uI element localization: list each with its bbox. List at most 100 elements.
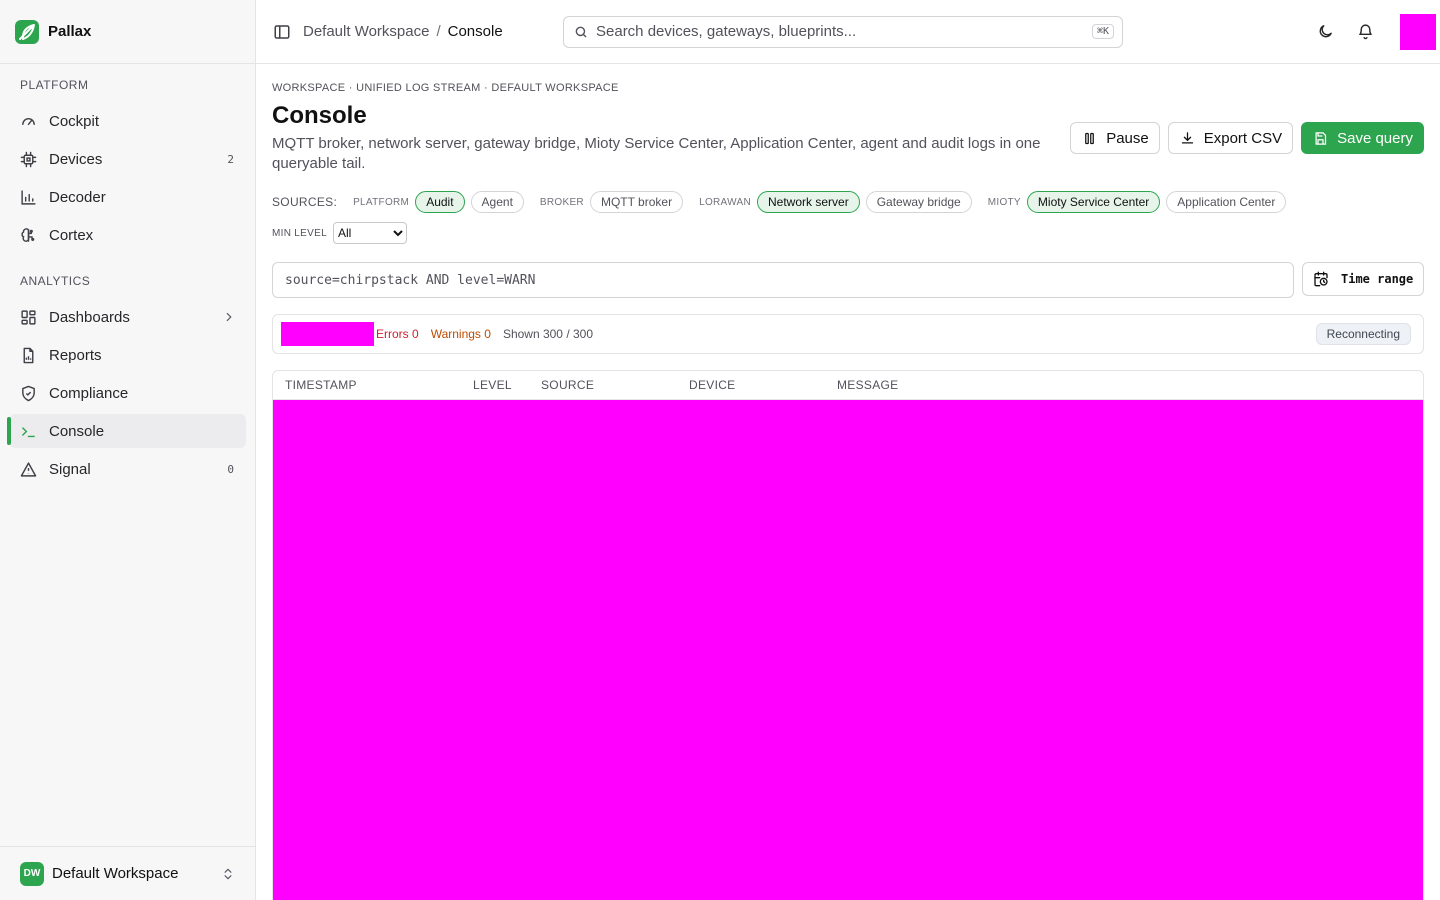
moon-icon[interactable] <box>1317 23 1334 40</box>
brain-icon <box>21 227 35 242</box>
global-search[interactable]: ⌘K <box>563 15 1123 48</box>
search-shortcut: ⌘K <box>1091 24 1114 39</box>
sidebar-item-console[interactable]: Console <box>7 414 246 448</box>
min-level-select[interactable]: All <box>332 222 407 244</box>
workspace-avatar: DW <box>20 861 44 886</box>
source-chip-audit[interactable]: Audit <box>415 191 465 213</box>
search-input[interactable] <box>596 23 1092 40</box>
sidebar-item-label: Signal <box>49 460 91 478</box>
source-group-lorawan: LORAWAN <box>699 196 751 208</box>
shield-check-icon <box>22 385 35 401</box>
time-range-label: Time range <box>1341 272 1414 286</box>
chip-icon <box>20 151 37 167</box>
alert-triangle-icon <box>20 461 37 477</box>
sidebar-item-label: Decoder <box>49 188 106 206</box>
connection-status-badge: Reconnecting <box>1315 323 1411 345</box>
sidebar-item-label: Console <box>49 422 105 440</box>
column-source[interactable]: SOURCE <box>529 378 677 392</box>
min-level-label: MIN LEVEL <box>272 227 327 239</box>
source-chip-mioty-service-center[interactable]: Mioty Service Center <box>1026 191 1161 213</box>
bell-icon[interactable] <box>1357 23 1374 40</box>
page-eyebrow: WORKSPACE · UNIFIED LOG STREAM · DEFAULT… <box>272 82 619 94</box>
calendar-clock-icon <box>1314 271 1328 287</box>
pause-label: Pause <box>1106 129 1149 147</box>
breadcrumb-workspace[interactable]: Default Workspace <box>303 23 429 40</box>
sidebar-item-compliance[interactable]: Compliance <box>9 376 246 410</box>
user-avatar[interactable] <box>1400 14 1436 50</box>
breadcrumb: Default Workspace / Console <box>303 23 553 40</box>
search-icon <box>575 26 587 37</box>
source-group-broker: BROKER <box>539 196 584 208</box>
sidebar-item-label: Reports <box>49 346 102 364</box>
workspace-name: Default Workspace <box>52 865 179 882</box>
errors-count: Errors 0 <box>376 327 419 341</box>
min-level-filter: MIN LEVEL All <box>272 222 407 244</box>
live-indicator <box>281 322 374 346</box>
signal-count-badge: 0 <box>227 462 234 476</box>
log-rows-redacted[interactable] <box>273 400 1423 900</box>
save-query-label: Save query <box>1337 129 1413 147</box>
time-range-button[interactable]: Time range <box>1302 262 1424 296</box>
breadcrumb-current: Console <box>447 23 503 40</box>
report-file-icon <box>23 347 34 363</box>
sidebar-item-dashboards[interactable]: Dashboards <box>9 300 246 334</box>
sidebar-item-label: Dashboards <box>49 308 130 326</box>
source-chip-network-server[interactable]: Network server <box>757 191 860 213</box>
nav-section-analytics: ANALYTICS <box>20 274 91 288</box>
pause-icon <box>1085 132 1095 144</box>
sidebar-item-decoder[interactable]: Decoder <box>9 180 246 214</box>
workspace-switcher[interactable]: DW Default Workspace <box>0 846 255 900</box>
sidebar-item-cortex[interactable]: Cortex <box>9 218 246 252</box>
sidebar-item-devices[interactable]: Devices 2 <box>9 142 246 176</box>
sidebar: Pallax PLATFORM Cockpit Devices 2 Decode… <box>0 0 256 900</box>
column-timestamp[interactable]: TIMESTAMP <box>273 378 461 392</box>
source-group-mioty: MIOTY <box>987 196 1021 208</box>
page-title: Console <box>272 102 367 129</box>
pause-button[interactable]: Pause <box>1070 122 1160 154</box>
query-input[interactable] <box>272 262 1294 298</box>
dashboard-grid-icon <box>21 309 36 325</box>
topbar: Default Workspace / Console ⌘K <box>256 0 1440 64</box>
app-name: Pallax <box>48 23 92 40</box>
sidebar-toggle-icon[interactable] <box>273 23 291 41</box>
chevrons-up-down-icon <box>224 868 232 879</box>
brand[interactable]: Pallax <box>0 0 255 64</box>
chevron-right-icon <box>226 312 232 322</box>
nav-section-platform: PLATFORM <box>20 78 89 92</box>
source-chip-application-center[interactable]: Application Center <box>1166 191 1287 213</box>
sidebar-item-cockpit[interactable]: Cockpit <box>9 104 246 138</box>
breadcrumb-separator: / <box>436 23 441 40</box>
save-icon <box>1315 131 1327 145</box>
devices-count-badge: 2 <box>227 152 234 166</box>
source-group-platform: PLATFORM <box>353 196 410 208</box>
gauge-icon <box>22 117 35 125</box>
sidebar-item-reports[interactable]: Reports <box>9 338 246 372</box>
warnings-count: Warnings 0 <box>430 327 491 341</box>
sources-label: SOURCES: <box>272 195 338 209</box>
export-label: Export CSV <box>1203 129 1283 147</box>
pallax-logo-icon <box>15 19 39 44</box>
sidebar-item-signal[interactable]: Signal 0 <box>9 452 246 486</box>
column-level[interactable]: LEVEL <box>461 378 529 392</box>
sidebar-item-label: Cockpit <box>49 112 100 130</box>
log-table-header: TIMESTAMP LEVEL SOURCE DEVICE MESSAGE <box>273 371 1423 400</box>
download-icon <box>1181 131 1193 143</box>
stream-status-bar: Errors 0 Warnings 0 Shown 300 / 300 Reco… <box>272 314 1424 354</box>
page-actions: Pause Export CSV Save query <box>1070 122 1424 154</box>
column-message[interactable]: MESSAGE <box>825 378 898 392</box>
column-device[interactable]: DEVICE <box>677 378 825 392</box>
sidebar-item-label: Cortex <box>49 226 94 244</box>
bar-chart-icon <box>21 189 36 205</box>
source-chip-mqtt-broker[interactable]: MQTT broker <box>589 191 684 213</box>
terminal-icon <box>22 426 35 437</box>
export-csv-button[interactable]: Export CSV <box>1167 122 1294 154</box>
source-chip-gateway-bridge[interactable]: Gateway bridge <box>865 191 972 213</box>
shown-count: Shown 300 / 300 <box>502 327 594 341</box>
save-query-button[interactable]: Save query <box>1301 122 1424 154</box>
source-chip-agent[interactable]: Agent <box>470 191 524 213</box>
page-description: MQTT broker, network server, gateway bri… <box>272 135 1041 172</box>
log-table: TIMESTAMP LEVEL SOURCE DEVICE MESSAGE <box>272 370 1424 900</box>
sidebar-item-label: Compliance <box>49 384 129 402</box>
sidebar-item-label: Devices <box>49 150 103 168</box>
main-content: WORKSPACE · UNIFIED LOG STREAM · DEFAULT… <box>256 64 1440 900</box>
